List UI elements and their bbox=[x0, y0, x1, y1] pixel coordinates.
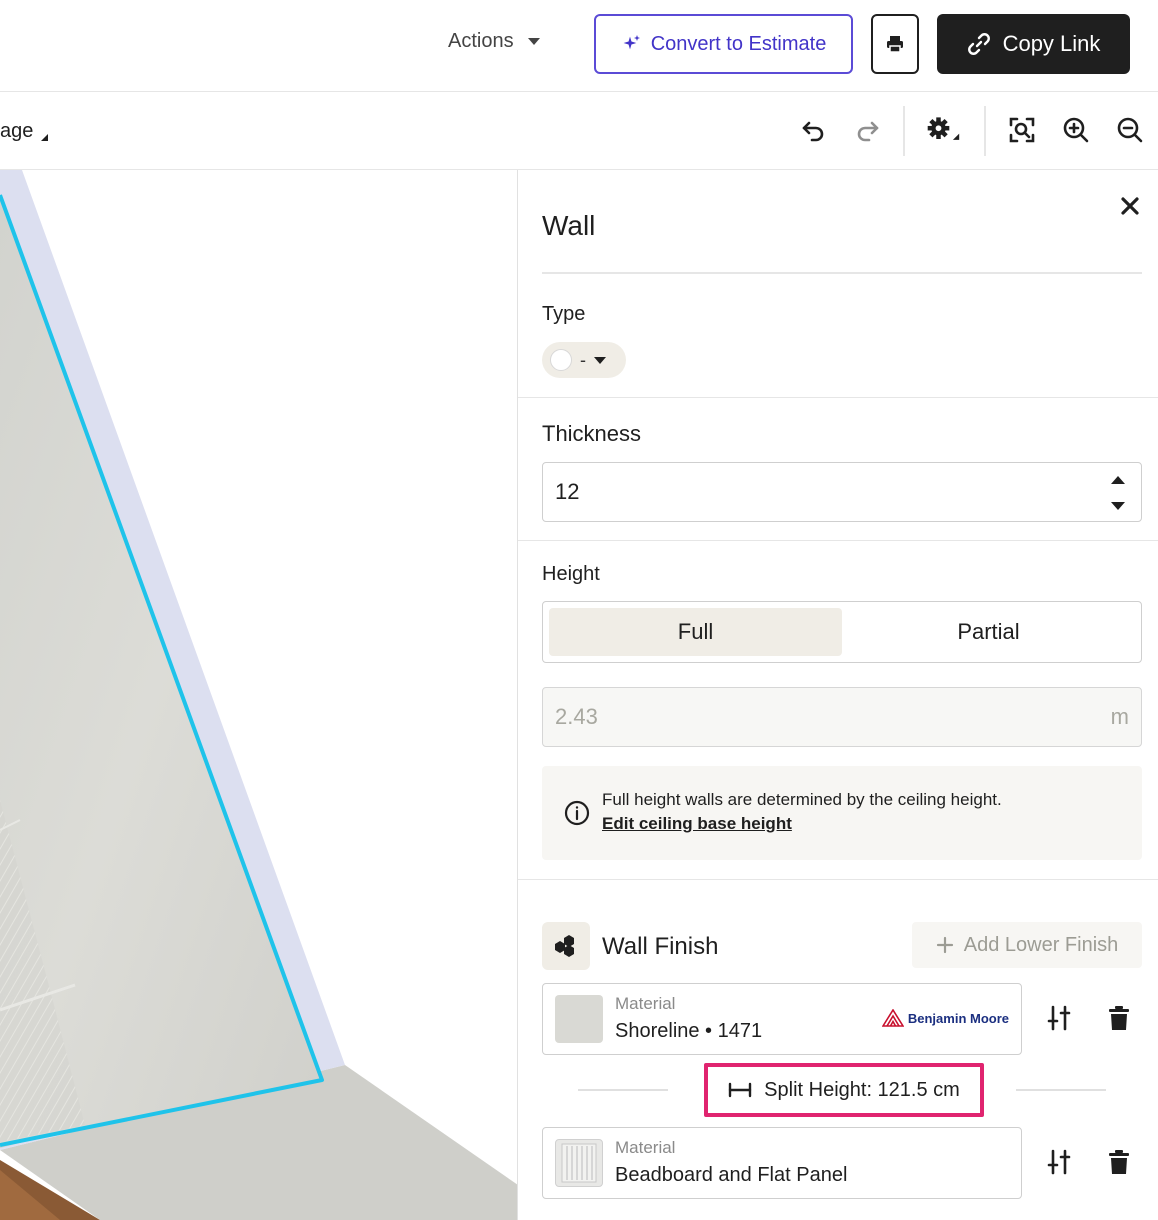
convert-label: Convert to Estimate bbox=[650, 32, 827, 55]
split-height-control[interactable]: Split Height: 121.5 cm bbox=[704, 1063, 984, 1117]
brand-name: Benjamin Moore bbox=[907, 1010, 1009, 1026]
benjamin-moore-logo-icon bbox=[881, 1009, 904, 1027]
section-divider bbox=[518, 879, 1158, 880]
title-divider bbox=[542, 272, 1142, 274]
wall-finish-icon-tile bbox=[542, 922, 590, 970]
top-header: Actions Convert to Estimate Copy Link bbox=[0, 0, 1158, 92]
type-value: - bbox=[580, 349, 586, 370]
height-label: Height bbox=[542, 563, 600, 585]
zoom-in-icon bbox=[1063, 117, 1089, 143]
printer-icon bbox=[887, 36, 903, 53]
sliders-icon bbox=[1047, 1149, 1071, 1175]
thickness-input[interactable]: 12 bbox=[542, 462, 1142, 522]
link-icon bbox=[967, 33, 990, 55]
material-value: Shoreline • 1471 bbox=[615, 1020, 763, 1042]
sparkle-icon bbox=[623, 35, 640, 50]
material-label: Material bbox=[615, 1138, 676, 1157]
undo-button[interactable] bbox=[795, 112, 831, 148]
print-button[interactable] bbox=[871, 14, 919, 74]
stepper-down-icon[interactable] bbox=[1111, 502, 1125, 510]
stepper-up-icon[interactable] bbox=[1111, 476, 1125, 484]
type-label: Type bbox=[542, 303, 586, 325]
gear-icon bbox=[927, 117, 960, 140]
focus-search-icon bbox=[1009, 117, 1035, 143]
delete-material-button[interactable] bbox=[1103, 1002, 1135, 1034]
page-selector-label: age bbox=[0, 120, 34, 142]
zoom-out-button[interactable] bbox=[1112, 112, 1148, 148]
split-line-left bbox=[578, 1089, 668, 1091]
material-swatch-beadboard bbox=[555, 1139, 603, 1187]
height-unit: m bbox=[1110, 704, 1129, 729]
edit-ceiling-height-link[interactable]: Edit ceiling base height bbox=[602, 814, 792, 834]
plus-icon bbox=[936, 936, 953, 954]
beadboard-texture bbox=[561, 1143, 597, 1183]
settings-button[interactable] bbox=[925, 112, 961, 148]
height-value: 2.43 bbox=[555, 704, 598, 729]
redo-icon bbox=[857, 121, 879, 142]
page-selector[interactable]: age bbox=[0, 120, 49, 143]
wall-finish-title: Wall Finish bbox=[602, 933, 719, 960]
wall-3d-render bbox=[0, 170, 518, 1220]
add-lower-finish-label: Add Lower Finish bbox=[963, 933, 1119, 956]
actions-label: Actions bbox=[448, 30, 514, 52]
add-lower-finish-button[interactable]: Add Lower Finish bbox=[912, 922, 1142, 968]
toolbar-divider bbox=[903, 106, 905, 156]
trash-icon bbox=[1109, 1150, 1129, 1174]
zoom-to-fit-button[interactable] bbox=[1004, 112, 1040, 148]
delete-material-button[interactable] bbox=[1103, 1146, 1135, 1178]
editor-toolbar: age bbox=[0, 92, 1158, 170]
thickness-label: Thickness bbox=[542, 421, 642, 446]
copy-link-label: Copy Link bbox=[1002, 31, 1101, 56]
type-swatch bbox=[550, 349, 572, 371]
material-value: Beadboard and Flat Panel bbox=[615, 1164, 848, 1186]
adjust-material-button[interactable] bbox=[1043, 1146, 1075, 1178]
undo-icon bbox=[802, 121, 824, 142]
hexagons-icon bbox=[555, 935, 574, 957]
height-option-full[interactable]: Full bbox=[549, 608, 842, 656]
info-text: Full height walls are determined by the … bbox=[602, 790, 1002, 809]
material-label: Material bbox=[615, 994, 676, 1013]
close-icon bbox=[1121, 197, 1139, 215]
copy-link-button[interactable]: Copy Link bbox=[937, 14, 1130, 74]
material-swatch bbox=[555, 995, 603, 1043]
split-height-label: Split Height: 121.5 cm bbox=[764, 1078, 960, 1101]
3d-viewport[interactable] bbox=[0, 170, 518, 1220]
section-divider bbox=[518, 540, 1158, 541]
trash-icon bbox=[1109, 1006, 1129, 1030]
convert-to-estimate-button[interactable]: Convert to Estimate bbox=[594, 14, 853, 74]
horizontal-measure-icon bbox=[728, 1082, 752, 1098]
height-value-field: 2.43 m bbox=[542, 687, 1142, 747]
actions-menu[interactable]: Actions bbox=[448, 30, 540, 53]
redo-button[interactable] bbox=[850, 112, 886, 148]
wall-properties-panel: Wall Type - Thickness 12 Height Full Par… bbox=[517, 170, 1158, 1220]
thickness-stepper bbox=[1109, 473, 1127, 513]
brand-logo: Benjamin Moore bbox=[881, 1009, 1009, 1027]
sliders-icon bbox=[1047, 1005, 1071, 1031]
close-panel-button[interactable] bbox=[1118, 194, 1142, 218]
panel-title: Wall bbox=[542, 210, 596, 241]
type-dropdown[interactable]: - bbox=[542, 342, 626, 378]
chevron-down-icon bbox=[527, 38, 540, 45]
corner-caret-icon bbox=[41, 134, 49, 141]
thickness-value: 12 bbox=[555, 479, 580, 504]
material-card-upper[interactable]: Material Shoreline • 1471 Benjamin Moore bbox=[542, 983, 1022, 1055]
section-divider bbox=[518, 397, 1158, 398]
info-icon bbox=[564, 800, 590, 826]
chevron-down-icon bbox=[594, 356, 606, 364]
zoom-out-icon bbox=[1117, 117, 1143, 143]
zoom-in-button[interactable] bbox=[1058, 112, 1094, 148]
adjust-material-button[interactable] bbox=[1043, 1002, 1075, 1034]
height-info-box: Full height walls are determined by the … bbox=[542, 766, 1142, 860]
material-card-lower[interactable]: Material Beadboard and Flat Panel bbox=[542, 1127, 1022, 1199]
height-mode-toggle: Full Partial bbox=[542, 601, 1142, 663]
height-option-partial[interactable]: Partial bbox=[842, 608, 1135, 656]
split-line-right bbox=[1016, 1089, 1106, 1091]
toolbar-divider bbox=[984, 106, 986, 156]
